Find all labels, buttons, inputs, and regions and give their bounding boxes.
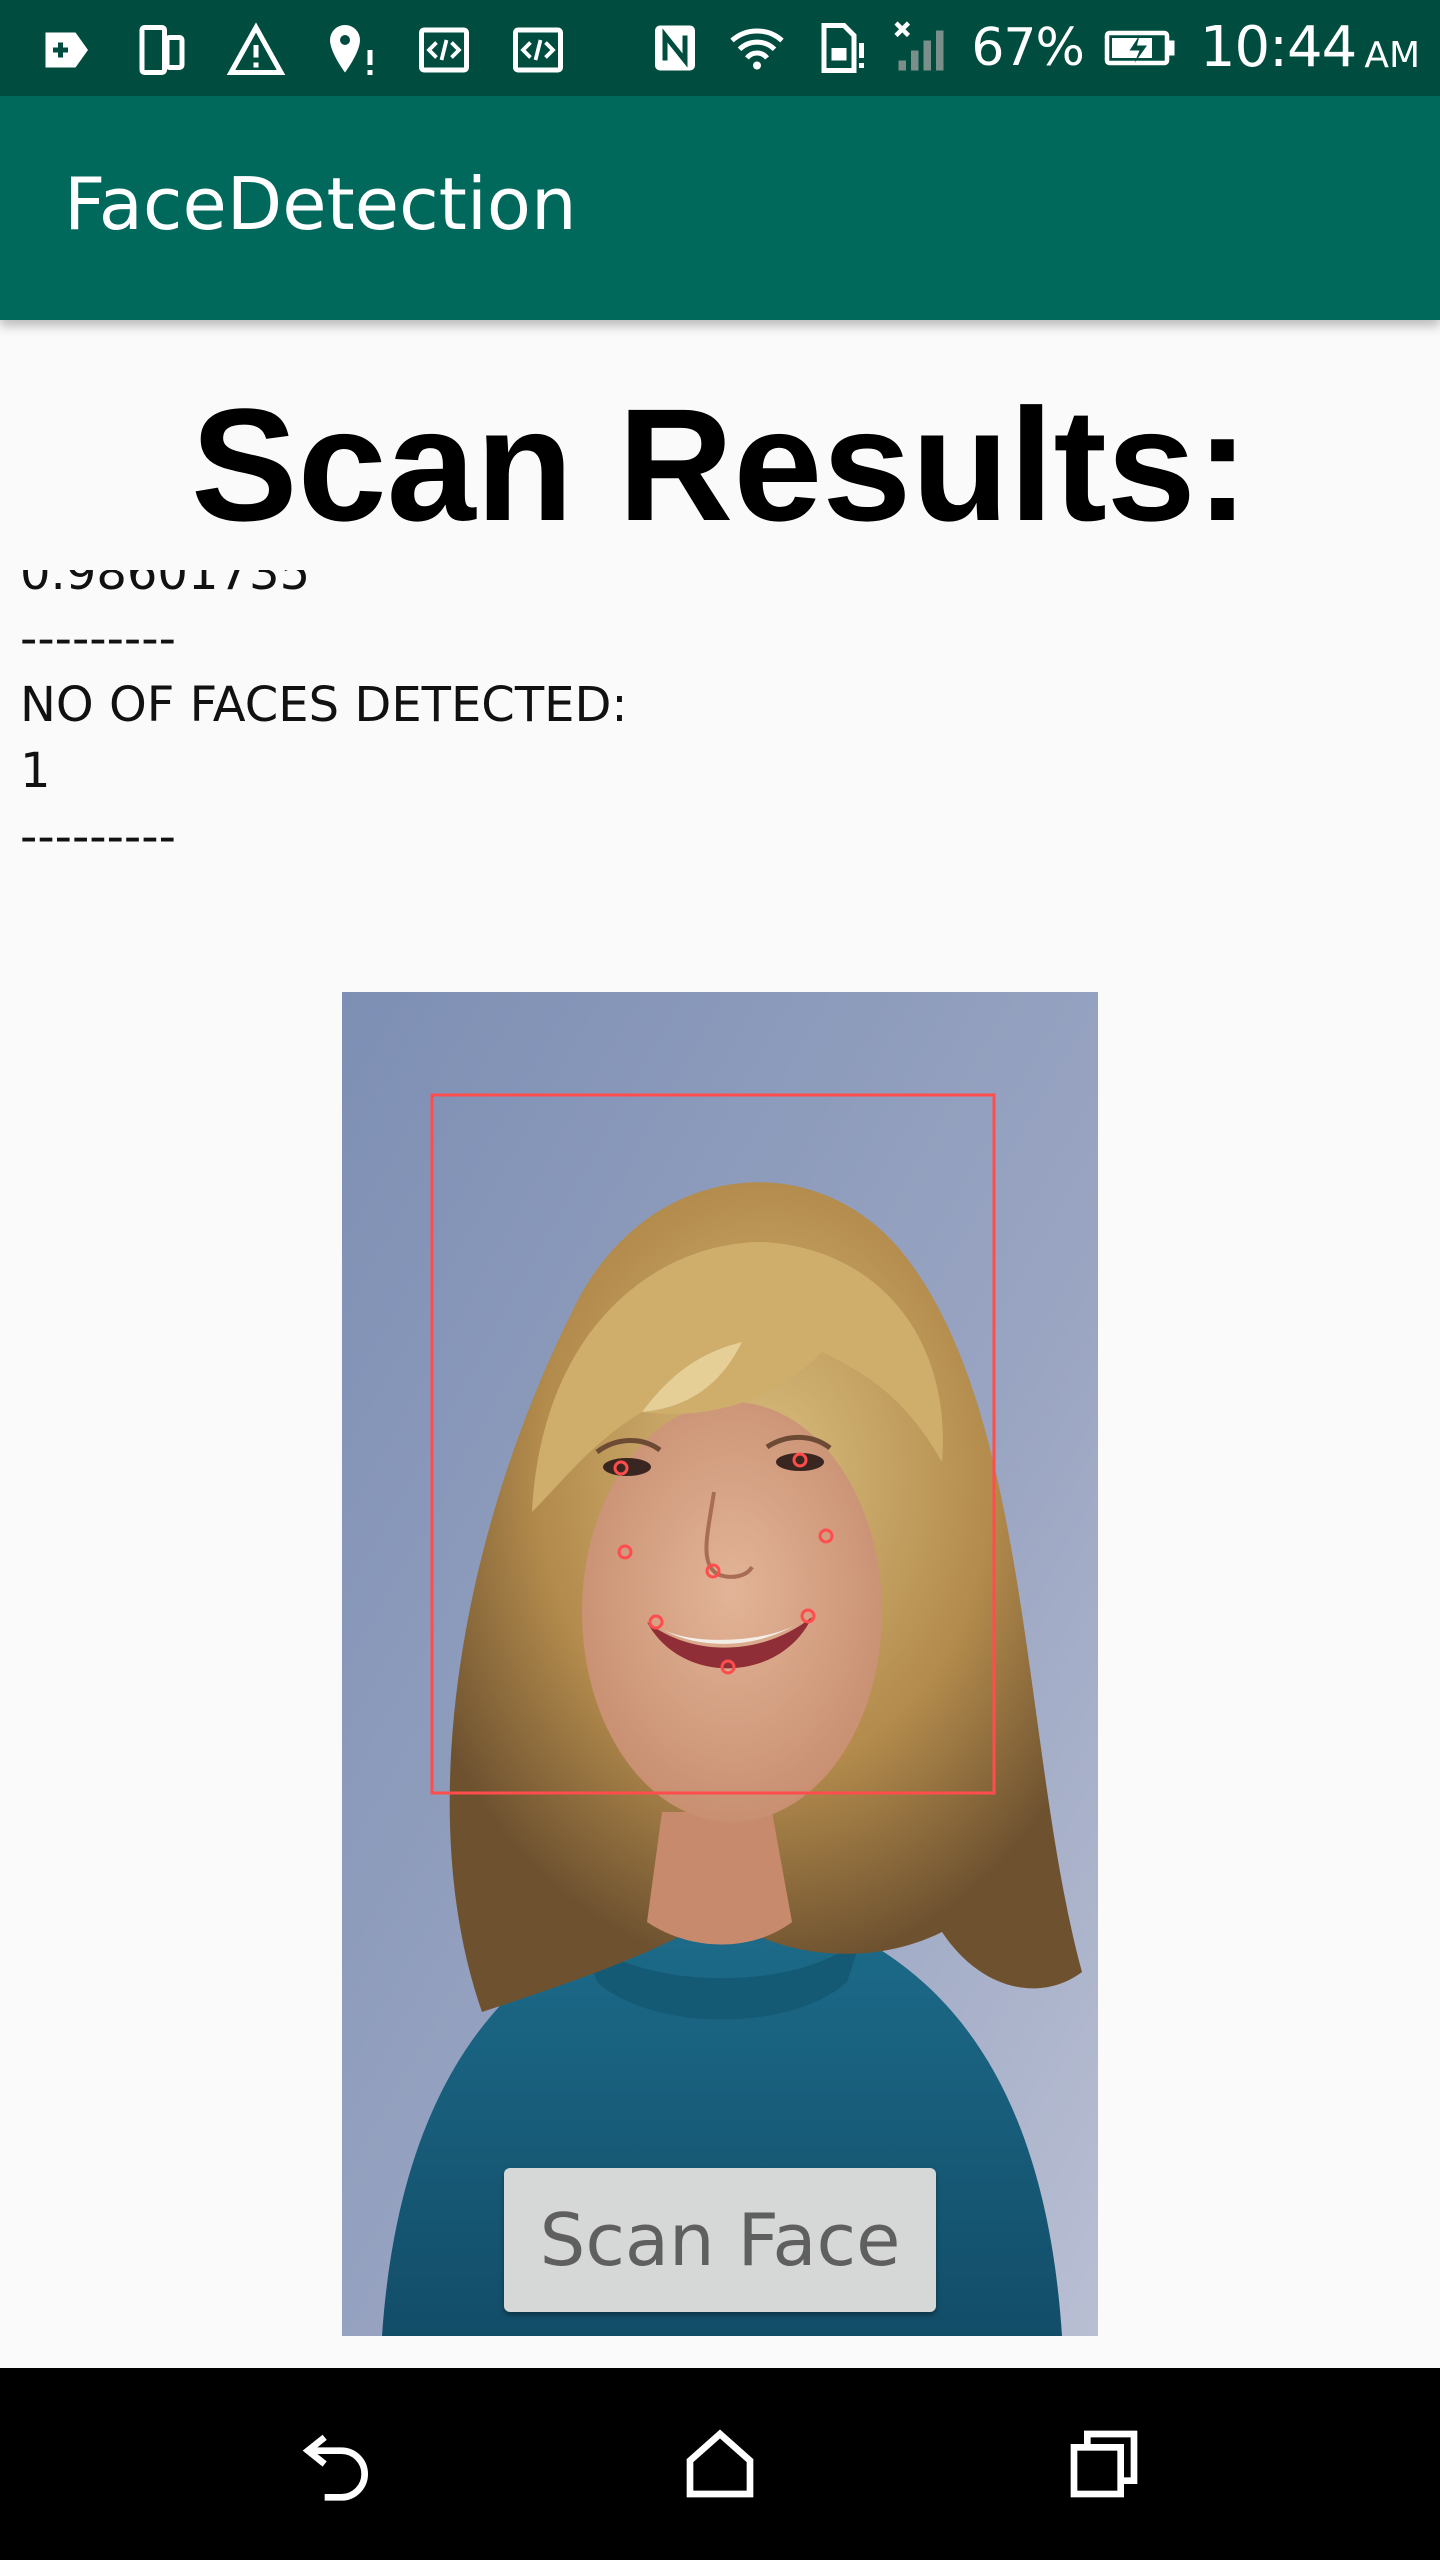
home-icon[interactable] [672, 2416, 768, 2512]
clock-ampm: AM [1364, 34, 1420, 76]
screen-rotation-icon [130, 18, 194, 82]
sd-card-alert-icon [807, 16, 871, 80]
nfc-icon [643, 16, 707, 80]
battery-charging-icon [1102, 16, 1182, 80]
faces-detected-count: 1 [20, 743, 51, 799]
separator: --------- [20, 809, 176, 865]
back-icon[interactable] [290, 2416, 386, 2512]
results-title: Scan Results: [190, 375, 1250, 554]
recents-icon[interactable] [1056, 2416, 1152, 2512]
battery-percent: 67% [971, 18, 1085, 78]
code-icon [412, 18, 476, 82]
wifi-icon [725, 16, 789, 80]
confidence-value: 0.98601735 [20, 570, 311, 601]
scan-face-button[interactable]: Scan Face [504, 2168, 936, 2312]
separator: --------- [20, 611, 176, 667]
location-alert-icon [318, 18, 382, 82]
status-bar-system: 67% 10:44 AM [643, 0, 1420, 96]
results-text-area[interactable]: 0.98601735 --------- NO OF FACES DETECTE… [20, 570, 1420, 880]
code-icon [506, 18, 570, 82]
navigation-bar [0, 2368, 1440, 2560]
status-bar: 67% 10:44 AM [0, 0, 1440, 96]
add-box-icon [36, 18, 100, 82]
photo-illustration [342, 992, 1098, 2336]
clock-time: 10:44 [1199, 15, 1357, 80]
status-bar-notifications [36, 18, 570, 82]
warning-icon [224, 18, 288, 82]
scanned-photo [342, 992, 1098, 2336]
no-signal-icon [889, 16, 953, 80]
app-bar: FaceDetection [0, 96, 1440, 320]
faces-detected-label: NO OF FACES DETECTED: [20, 677, 628, 733]
app-title: FaceDetection [64, 162, 577, 246]
results-text-content: 0.98601735 --------- NO OF FACES DETECTE… [20, 570, 1420, 870]
